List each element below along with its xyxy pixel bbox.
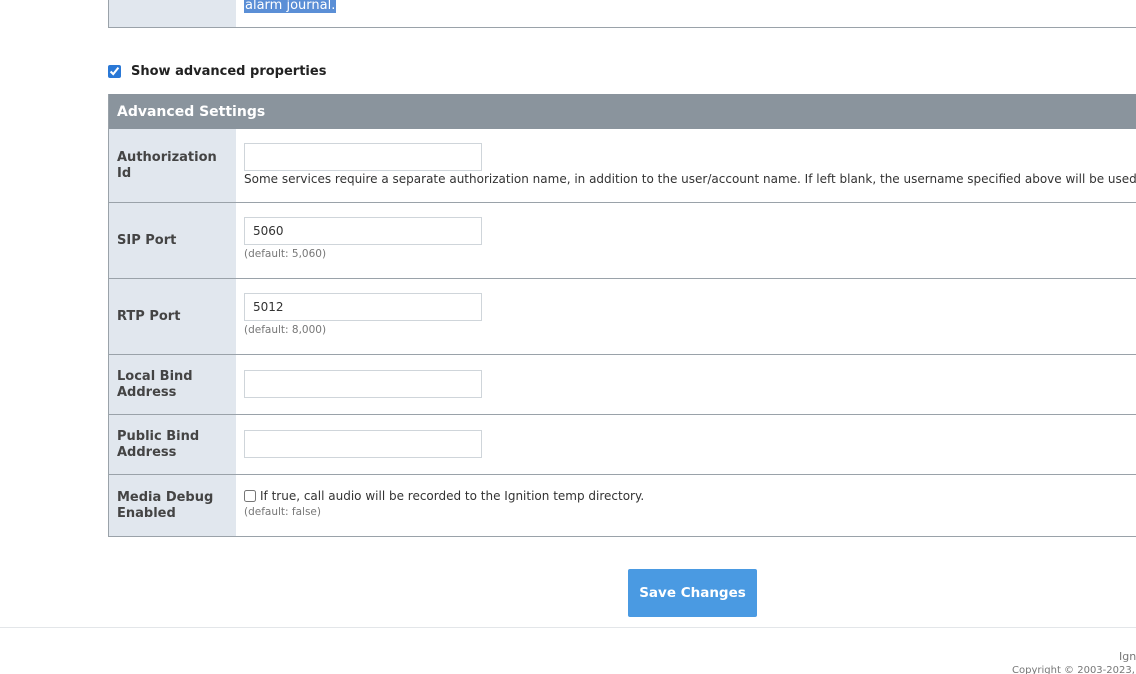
selected-description-text: alarm journal.	[244, 0, 337, 13]
public-bind-address-label-line2: Address	[117, 444, 177, 460]
sip-port-default: (default: 5,060)	[244, 248, 327, 260]
media-debug-value-cell: If true, call audio will be recorded to …	[236, 475, 1136, 536]
public-bind-address-label: Public Bind Address	[109, 415, 236, 474]
save-changes-button[interactable]: Save Changes	[628, 569, 757, 617]
local-bind-address-label-line2: Address	[117, 384, 177, 400]
rtp-port-label: RTP Port	[109, 279, 236, 354]
media-debug-label: Media Debug Enabled	[109, 475, 236, 536]
media-debug-label-line2: Enabled	[117, 505, 176, 521]
previous-settings-table: alarm journal.	[108, 0, 1136, 28]
show-advanced-label: Show advanced properties	[131, 64, 327, 79]
footer-divider	[0, 627, 1136, 628]
advanced-settings-header: Advanced Settings	[109, 94, 1136, 129]
rtp-port-default: (default: 8,000)	[244, 324, 327, 336]
local-bind-address-input[interactable]	[244, 370, 482, 398]
public-bind-address-value-cell	[236, 415, 1136, 474]
media-debug-checkbox[interactable]	[244, 490, 256, 502]
authorization-id-input[interactable]	[244, 143, 482, 171]
advanced-settings-table: Advanced Settings Authorization Id Some …	[108, 94, 1136, 537]
public-bind-address-label-line1: Public Bind	[117, 428, 200, 444]
rtp-port-value-cell: (default: 8,000)	[236, 279, 1136, 354]
public-bind-address-input[interactable]	[244, 430, 482, 458]
authorization-id-row: Authorization Id Some services require a…	[109, 129, 1136, 203]
footer-copyright: Copyright © 2003-2023, I	[1012, 665, 1136, 674]
sip-port-label: SIP Port	[109, 203, 236, 278]
page: alarm journal. Show advanced properties …	[0, 0, 1136, 674]
sip-port-value-cell: (default: 5,060)	[236, 203, 1136, 278]
media-debug-check-row: If true, call audio will be recorded to …	[244, 489, 1136, 503]
sip-port-row: SIP Port (default: 5,060)	[109, 203, 1136, 279]
sip-port-input[interactable]	[244, 217, 482, 245]
media-debug-label-line1: Media Debug	[117, 489, 214, 505]
rtp-port-row: RTP Port (default: 8,000)	[109, 279, 1136, 355]
local-bind-address-value-cell	[236, 355, 1136, 414]
local-bind-address-row: Local Bind Address	[109, 355, 1136, 415]
local-bind-address-label: Local Bind Address	[109, 355, 236, 414]
previous-value-cell: alarm journal.	[236, 0, 1136, 27]
public-bind-address-row: Public Bind Address	[109, 415, 1136, 475]
show-advanced-toggle[interactable]: Show advanced properties	[108, 64, 326, 79]
local-bind-address-label-line1: Local Bind	[117, 368, 193, 384]
media-debug-row: Media Debug Enabled If true, call audio …	[109, 475, 1136, 537]
show-advanced-checkbox[interactable]	[108, 65, 121, 78]
authorization-id-value-cell: Some services require a separate authori…	[236, 129, 1136, 202]
authorization-id-help: Some services require a separate authori…	[244, 172, 1136, 186]
media-debug-help: If true, call audio will be recorded to …	[260, 489, 645, 503]
previous-label-cell	[109, 0, 236, 27]
media-debug-default: (default: false)	[244, 506, 321, 518]
rtp-port-input[interactable]	[244, 293, 482, 321]
authorization-id-label: Authorization Id	[109, 129, 236, 202]
footer-brand: Ign	[1119, 650, 1136, 663]
